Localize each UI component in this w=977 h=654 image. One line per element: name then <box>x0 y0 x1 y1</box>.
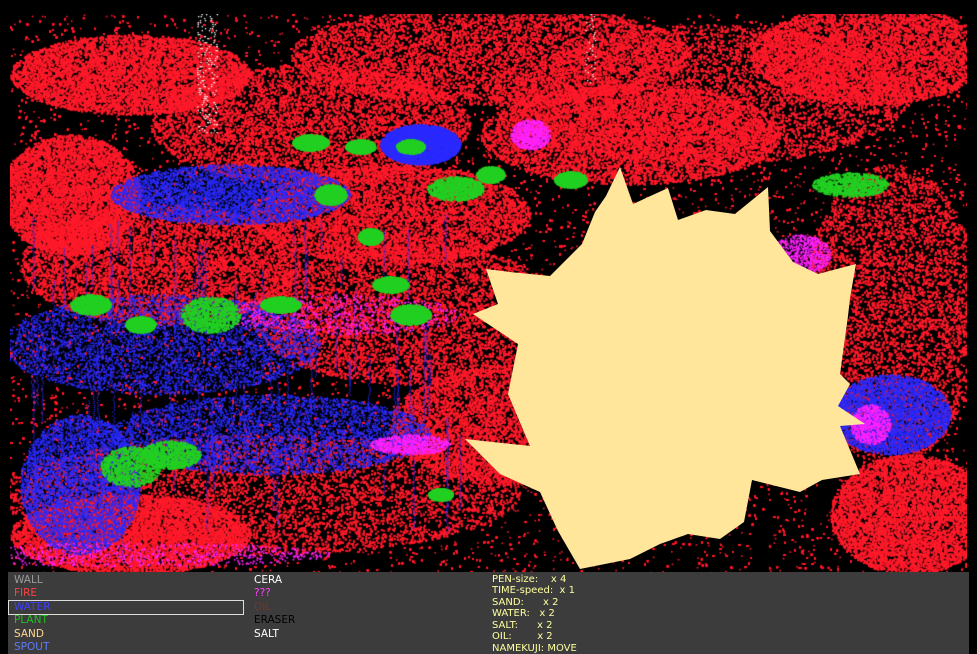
element-oil-option[interactable]: OIL <box>249 601 271 614</box>
stat-salt[interactable]: SALT: x 2 <box>492 620 552 631</box>
element-wall-option[interactable]: WALL <box>9 574 43 587</box>
sand-explosion-burst <box>465 167 865 569</box>
stat-time-speed[interactable]: TIME-speed: x 1 <box>492 585 575 596</box>
element-unknown-option[interactable]: ??? <box>249 587 271 600</box>
element-fire-option[interactable]: FIRE <box>9 587 37 600</box>
sand-burst-shape <box>465 167 865 569</box>
stat-oil[interactable]: OIL: x 2 <box>492 631 553 642</box>
stat-sand[interactable]: SAND: x 2 <box>492 597 558 608</box>
element-spout-option[interactable]: SPOUT <box>9 641 49 654</box>
stat-pen-size[interactable]: PEN-size: x 4 <box>492 574 566 585</box>
element-cera-option[interactable]: CERA <box>249 574 282 587</box>
element-water-option[interactable]: WATER <box>8 600 244 615</box>
stat-namekuji[interactable]: NAMEKUJI: MOVE <box>492 643 577 654</box>
stat-water[interactable]: WATER: x 2 <box>492 608 555 619</box>
sand-canvas[interactable] <box>10 14 967 572</box>
element-plant-option[interactable]: PLANT <box>9 614 48 627</box>
element-sand-option[interactable]: SAND <box>9 628 44 641</box>
element-eraser-option[interactable]: ERASER <box>249 614 295 627</box>
element-salt-option[interactable]: SALT <box>249 628 279 641</box>
control-panel: WALL FIRE WATER PLANT SAND SPOUT CERA ??… <box>8 572 969 654</box>
